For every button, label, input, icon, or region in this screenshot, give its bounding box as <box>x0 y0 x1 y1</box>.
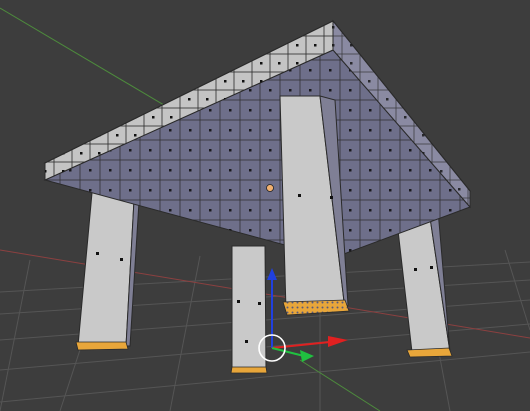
3d-viewport[interactable] <box>0 0 530 411</box>
selected-face[interactable] <box>406 347 453 358</box>
selected-face[interactable] <box>230 366 268 374</box>
front-left-leg[interactable] <box>230 245 268 374</box>
viewport-canvas[interactable] <box>0 0 530 411</box>
object-origin[interactable] <box>266 184 274 192</box>
selected-face[interactable] <box>75 341 129 351</box>
